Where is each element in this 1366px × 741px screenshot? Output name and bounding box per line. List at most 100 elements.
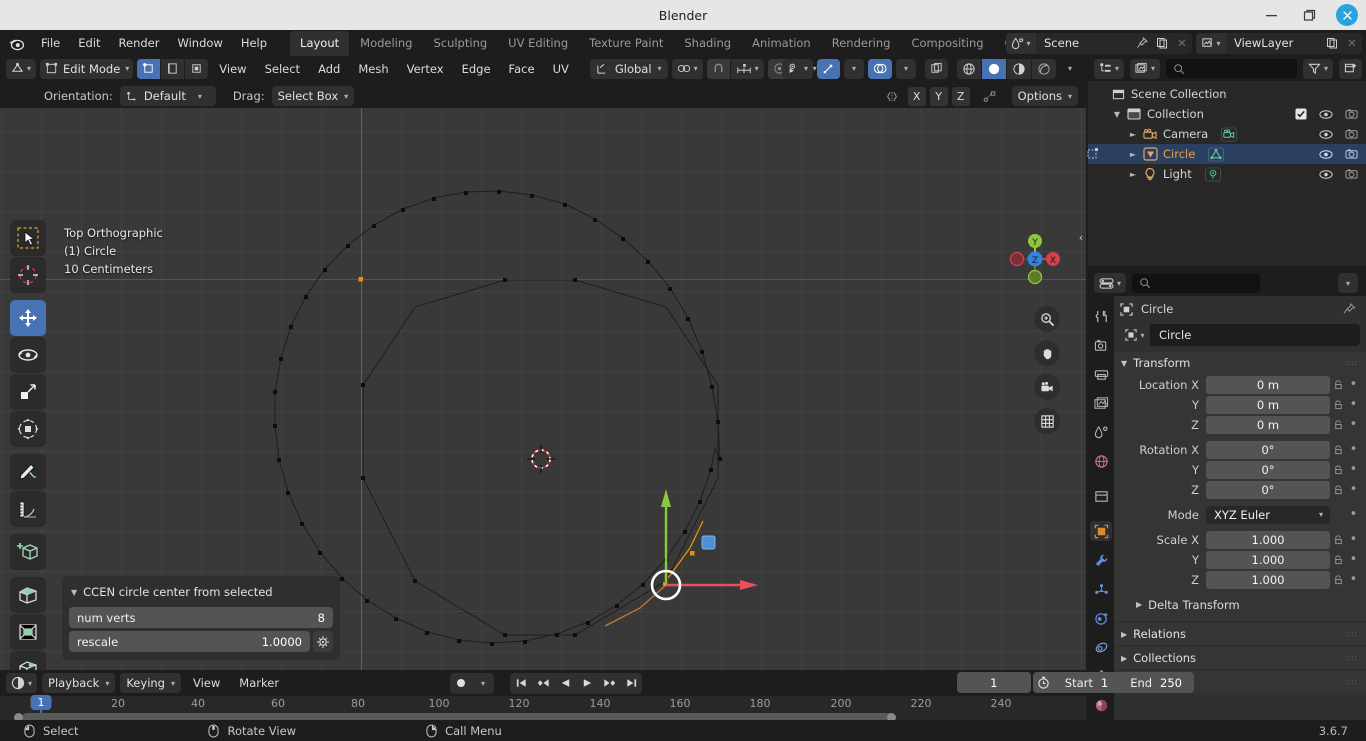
render-camera-icon[interactable] — [1090, 335, 1112, 355]
extrude-region-tool[interactable] — [10, 577, 46, 613]
wrench-icon[interactable] — [1090, 550, 1112, 570]
chevron-right-icon[interactable]: ▶ — [1121, 654, 1127, 663]
workspace-tab-animation[interactable]: Animation — [742, 31, 821, 56]
menu-help[interactable]: Help — [232, 33, 276, 53]
prev-keyframe-icon[interactable] — [532, 673, 554, 694]
mirror-axis-y[interactable]: Y — [929, 86, 948, 106]
collections-panel-header[interactable]: ▶ Collections :::: — [1114, 647, 1366, 669]
property-row-location-x[interactable]: Location X 0 m • — [1114, 375, 1366, 394]
timeline-menu-keying[interactable]: Keying ▾ — [120, 673, 181, 693]
scale-y-value[interactable]: 1.000 — [1206, 550, 1330, 569]
eye-icon[interactable] — [1319, 129, 1333, 140]
properties-search-input[interactable] — [1132, 273, 1261, 293]
camera-render-icon[interactable] — [1345, 168, 1358, 180]
topology-mirror-icon[interactable] — [978, 86, 1002, 106]
edge-select-icon[interactable] — [161, 58, 185, 79]
camera-render-icon[interactable] — [1345, 108, 1358, 120]
chevron-right-icon[interactable]: ▶ — [1136, 600, 1142, 609]
eye-icon[interactable] — [1319, 169, 1333, 180]
property-row-scale-z[interactable]: Z 1.000 • — [1114, 570, 1366, 589]
rotate-tool[interactable] — [10, 337, 46, 373]
orientation-dropdown[interactable]: Default ▾ — [119, 86, 216, 106]
expand-toggle[interactable]: ► — [1126, 170, 1140, 179]
viewport-menu-add[interactable]: Add — [311, 60, 347, 78]
workspace-tab-rendering[interactable]: Rendering — [822, 31, 901, 56]
operator-field-rescale[interactable]: rescale 1.0000 — [69, 631, 310, 652]
chevron-down-icon[interactable]: ▼ — [1121, 359, 1127, 368]
camera-view-icon[interactable] — [1034, 374, 1060, 400]
remove-viewlayer-icon[interactable]: ✕ — [1342, 33, 1362, 54]
property-row-rotation-y[interactable]: Y 0° • — [1114, 460, 1366, 479]
measure-tool[interactable] — [10, 491, 46, 527]
animate-dot-icon[interactable]: • — [1347, 507, 1360, 522]
location-y-value[interactable]: 0 m — [1206, 395, 1330, 414]
properties-editor-icon[interactable]: ▾ — [1094, 273, 1127, 293]
outliner-search-input[interactable] — [1166, 59, 1297, 78]
viewport-menu-vertex[interactable]: Vertex — [400, 60, 451, 78]
pin-icon[interactable] — [1343, 302, 1356, 316]
expand-toggle[interactable]: ▼ — [1110, 110, 1124, 119]
overlays-icon[interactable] — [868, 58, 892, 79]
camera-data-icon[interactable] — [1218, 126, 1240, 142]
scene-icon[interactable]: ▾ — [1006, 32, 1036, 54]
property-row-scale-y[interactable]: Y 1.000 • — [1114, 550, 1366, 569]
menu-file[interactable]: File — [32, 33, 69, 53]
transform-panel-header[interactable]: ▼ Transform :::: — [1114, 352, 1366, 374]
scale-x-value[interactable]: 1.000 — [1206, 530, 1330, 549]
menu-edit[interactable]: Edit — [69, 33, 109, 53]
object-name-field[interactable]: ▾ Circle — [1120, 324, 1360, 346]
property-row-rotation-x[interactable]: Rotation X 0° • — [1114, 440, 1366, 459]
outliner-row-collection[interactable]: ▼ Collection — [1088, 104, 1366, 124]
timeline-menu-marker[interactable]: Marker — [232, 674, 286, 692]
mirror-axis-z[interactable]: Z — [951, 86, 970, 106]
printer-icon[interactable] — [1090, 364, 1112, 384]
timeline-menu-view[interactable]: View — [186, 674, 227, 692]
lock-icon[interactable] — [1330, 554, 1347, 565]
workspace-tab-compositing[interactable]: Compositing — [901, 31, 993, 56]
rotation-mode-value[interactable]: XYZ Euler ▾ — [1206, 505, 1330, 524]
chevron-down-icon[interactable]: ▼ — [71, 588, 77, 597]
collection-checkbox[interactable] — [1295, 108, 1307, 120]
object-name-value[interactable]: Circle — [1150, 324, 1360, 346]
location-z-value[interactable]: 0 m — [1206, 415, 1330, 434]
current-frame-field[interactable]: 1 — [956, 672, 1031, 693]
physics-orbit-icon[interactable] — [1090, 608, 1112, 628]
transform-tool[interactable] — [10, 411, 46, 447]
property-row-location-z[interactable]: Z 0 m • — [1114, 415, 1366, 434]
viewport-menu-view[interactable]: View — [212, 60, 253, 78]
chevron-left-icon[interactable]: ‹ — [1076, 228, 1086, 246]
operator-panel-header[interactable]: ▼ CCEN circle center from selected — [69, 582, 333, 607]
animate-dot-icon[interactable]: • — [1347, 397, 1360, 412]
lock-icon[interactable] — [1330, 534, 1347, 545]
shading-wireframe-icon[interactable] — [957, 58, 981, 79]
animate-dot-icon[interactable]: • — [1347, 482, 1360, 497]
snap-increment-icon[interactable]: ▾ — [730, 58, 764, 79]
hand-pan-icon[interactable] — [1034, 340, 1060, 366]
menu-window[interactable]: Window — [168, 33, 231, 53]
tool-icon[interactable] — [1090, 306, 1112, 326]
property-row-scale-x[interactable]: Scale X 1.000 • — [1114, 530, 1366, 549]
viewlayer-icon[interactable]: ▾ — [1196, 32, 1226, 54]
location-x-value[interactable]: 0 m — [1206, 375, 1330, 394]
workspace-tab-modeling[interactable]: Modeling — [350, 31, 422, 56]
next-keyframe-icon[interactable] — [598, 673, 620, 694]
collection-box-icon[interactable] — [1090, 486, 1112, 506]
scale-tool[interactable] — [10, 374, 46, 410]
mode-selector[interactable]: Edit Mode ▾ — [40, 58, 134, 79]
auto-keying-dropdown-icon[interactable]: ▾ — [472, 673, 494, 694]
images-icon[interactable] — [1090, 393, 1112, 413]
lock-icon[interactable] — [1330, 399, 1347, 410]
properties-panel[interactable]: Circle ▾ Circle ▼ Transform :::: Locatio… — [1114, 296, 1366, 720]
animate-dot-icon[interactable]: • — [1347, 417, 1360, 432]
play-reverse-icon[interactable] — [554, 673, 576, 694]
camera-render-icon[interactable] — [1345, 148, 1358, 160]
drag-dropdown[interactable]: Select Box ▾ — [271, 86, 355, 106]
shading-solid-icon[interactable] — [982, 58, 1006, 79]
gizmo-icon[interactable] — [817, 58, 840, 79]
editor-type-icon[interactable]: ▾ — [6, 58, 37, 79]
maximize-icon[interactable] — [1298, 4, 1320, 26]
overlays-dropdown-icon[interactable]: ▾ — [896, 58, 916, 79]
workspace-tab-shading[interactable]: Shading — [674, 31, 741, 56]
transform-orientation-dropdown[interactable]: Global ▾ — [589, 58, 668, 79]
outliner-display-mode-icon[interactable]: ▾ — [1094, 58, 1125, 79]
